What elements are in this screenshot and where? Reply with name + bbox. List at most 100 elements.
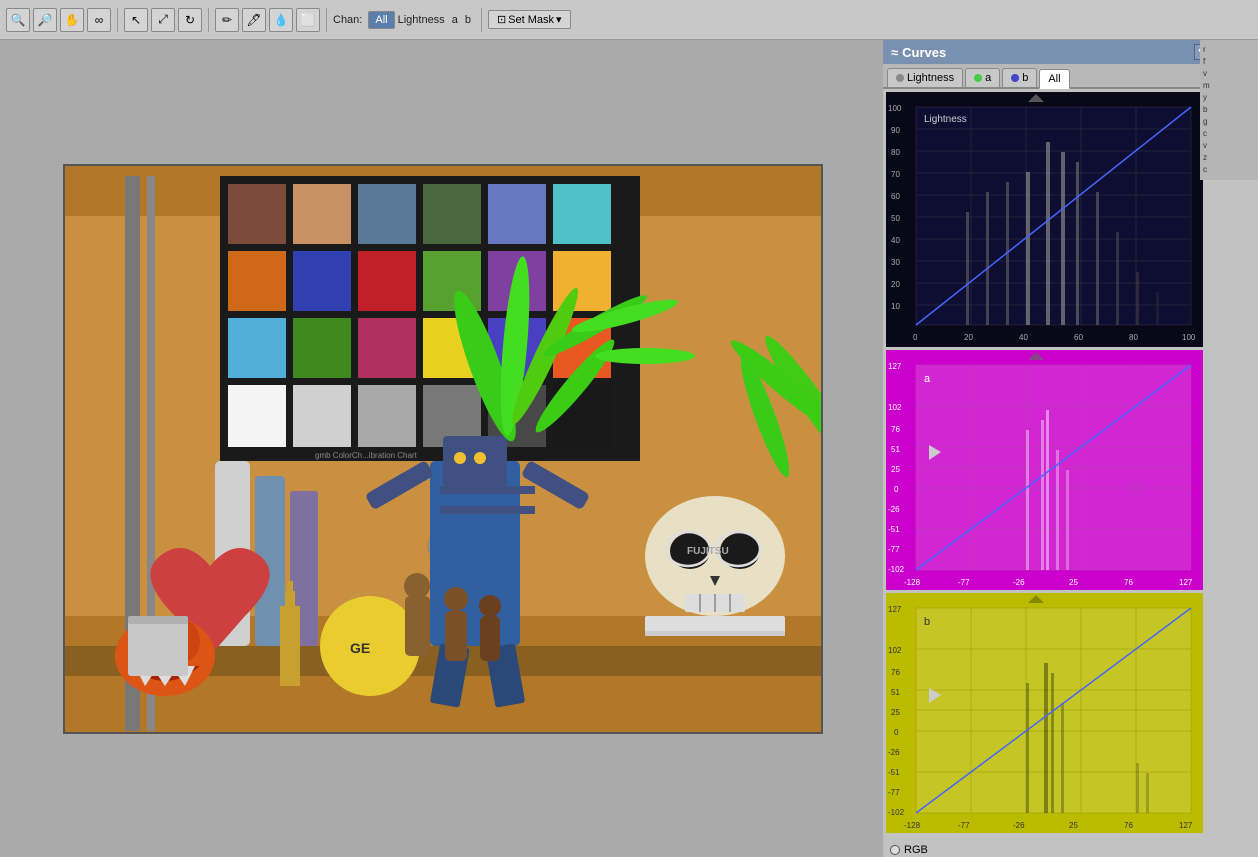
set-mask-label: Set Mask <box>508 14 554 26</box>
tab-lightness[interactable]: Lightness <box>887 68 963 87</box>
svg-text:102: 102 <box>888 646 902 655</box>
svg-text:-102: -102 <box>888 808 905 817</box>
svg-text:60: 60 <box>1074 333 1083 342</box>
svg-text:0: 0 <box>894 728 899 737</box>
svg-text:0: 0 <box>894 485 899 494</box>
color-mode-options: RGB wgCMYK Lab HSB <box>886 844 1255 857</box>
svg-text:0: 0 <box>913 333 918 342</box>
chan-all-btn[interactable]: All <box>368 11 394 29</box>
tab-b[interactable]: b <box>1002 68 1037 87</box>
legend-line-3: v <box>1203 68 1255 80</box>
graphs-area: Lightness 100 90 80 70 60 <box>883 89 1258 857</box>
svg-text:100: 100 <box>1182 333 1196 342</box>
svg-text:25: 25 <box>1069 578 1078 587</box>
toolbar: 🔍 🔎 ✋ ∞ ↖ ⤢ ↻ ✏ 🖊 💧 ⬜ Chan: All Lightnes… <box>0 0 1258 40</box>
svg-text:25: 25 <box>1069 821 1078 830</box>
svg-text:76: 76 <box>891 425 900 434</box>
tab-a-label: a <box>985 72 991 84</box>
set-mask-arrow-icon: ▾ <box>556 13 562 26</box>
radio-rgb[interactable]: RGB <box>890 844 1251 856</box>
separator-3 <box>326 8 327 32</box>
legend-line-9: v <box>1203 140 1255 152</box>
svg-text:-102: -102 <box>888 565 905 574</box>
chan-lightness-text: Lightness <box>398 14 445 26</box>
lightness-graph[interactable]: Lightness 100 90 80 70 60 <box>886 92 1203 347</box>
set-mask-icon: ⊡ <box>497 13 506 26</box>
chan-label: Chan: <box>333 14 362 26</box>
svg-text:-26: -26 <box>888 505 900 514</box>
svg-text:a: a <box>924 373 931 385</box>
panel-title: Curves <box>902 45 946 60</box>
svg-text:127: 127 <box>888 605 902 614</box>
svg-text:-128: -128 <box>904 578 921 587</box>
svg-text:-51: -51 <box>888 525 900 534</box>
separator-2 <box>208 8 209 32</box>
lightness-dot <box>896 74 904 82</box>
svg-text:76: 76 <box>1124 821 1133 830</box>
zoom-in-tool[interactable]: 🔍 <box>6 8 30 32</box>
svg-text:80: 80 <box>891 148 900 157</box>
svg-text:10: 10 <box>891 302 900 311</box>
svg-text:80: 80 <box>1129 333 1138 342</box>
svg-text:gmb ColorCh...ibration Chart: gmb ColorCh...ibration Chart <box>315 451 418 460</box>
svg-text:b: b <box>924 616 930 628</box>
tab-b-label: b <box>1022 72 1028 84</box>
svg-text:40: 40 <box>891 236 900 245</box>
svg-text:-51: -51 <box>888 768 900 777</box>
infinity-tool[interactable]: ∞ <box>87 8 111 32</box>
a-graph-wrap: a 127 102 76 51 25 0 -26 -51 -77 -102 <box>886 350 1255 590</box>
erase-tool[interactable]: ⬜ <box>296 8 320 32</box>
tab-a[interactable]: a <box>965 68 1000 87</box>
tab-all-label: All <box>1048 73 1060 85</box>
legend-line-6: b <box>1203 104 1255 116</box>
b-graph[interactable]: b 127 102 76 51 25 0 -26 -51 -77 <box>886 593 1203 833</box>
main-canvas-area: gmb ColorCh...ibration Chart <box>0 40 885 857</box>
pencil-tool[interactable]: ✏ <box>215 8 239 32</box>
svg-text:60: 60 <box>891 192 900 201</box>
b-dot <box>1011 74 1019 82</box>
svg-text:90: 90 <box>891 126 900 135</box>
separator-4 <box>481 8 482 32</box>
tab-lightness-label: Lightness <box>907 72 954 84</box>
photo-image: gmb ColorCh...ibration Chart <box>65 166 823 734</box>
rgb-radio-circle <box>890 845 900 855</box>
legend-line-7: g <box>1203 116 1255 128</box>
paint-tool[interactable]: 🖊 <box>242 8 266 32</box>
svg-text:127: 127 <box>888 362 902 371</box>
svg-text:-77: -77 <box>888 788 900 797</box>
rotate-tool[interactable]: ↻ <box>178 8 202 32</box>
legend-line-8: c <box>1203 128 1255 140</box>
photo-frame[interactable]: gmb ColorCh...ibration Chart <box>63 164 823 734</box>
tab-all[interactable]: All <box>1039 69 1069 89</box>
set-mask-btn[interactable]: ⊡ Set Mask ▾ <box>488 10 571 29</box>
svg-text:FUJITSU: FUJITSU <box>687 546 729 557</box>
a-graph[interactable]: a 127 102 76 51 25 0 -26 -51 -77 -102 <box>886 350 1203 590</box>
eyedropper-tool[interactable]: 💧 <box>269 8 293 32</box>
zoom-tool-2[interactable]: 🔎 <box>33 8 57 32</box>
svg-text:51: 51 <box>891 688 900 697</box>
svg-text:100: 100 <box>888 104 902 113</box>
separator-1 <box>117 8 118 32</box>
svg-text:76: 76 <box>891 668 900 677</box>
legend-line-1: r <box>1203 44 1255 56</box>
svg-text:51: 51 <box>891 445 900 454</box>
path-tool[interactable]: ⤢ <box>151 8 175 32</box>
chan-b-text: b <box>465 14 471 26</box>
legend-line-5: y <box>1203 92 1255 104</box>
svg-text:-77: -77 <box>958 821 970 830</box>
svg-text:-26: -26 <box>888 748 900 757</box>
svg-text:25: 25 <box>891 465 900 474</box>
select-tool[interactable]: ↖ <box>124 8 148 32</box>
chan-a-text: a <box>452 14 458 26</box>
svg-text:-26: -26 <box>1013 821 1025 830</box>
svg-text:30: 30 <box>891 258 900 267</box>
svg-text:-77: -77 <box>958 578 970 587</box>
svg-text:25: 25 <box>891 708 900 717</box>
legend-line-10: z <box>1203 152 1255 164</box>
a-dot <box>974 74 982 82</box>
svg-text:20: 20 <box>964 333 973 342</box>
svg-text:127: 127 <box>1179 821 1193 830</box>
rgb-label: RGB <box>904 844 928 856</box>
svg-text:102: 102 <box>888 403 902 412</box>
hand-tool[interactable]: ✋ <box>60 8 84 32</box>
